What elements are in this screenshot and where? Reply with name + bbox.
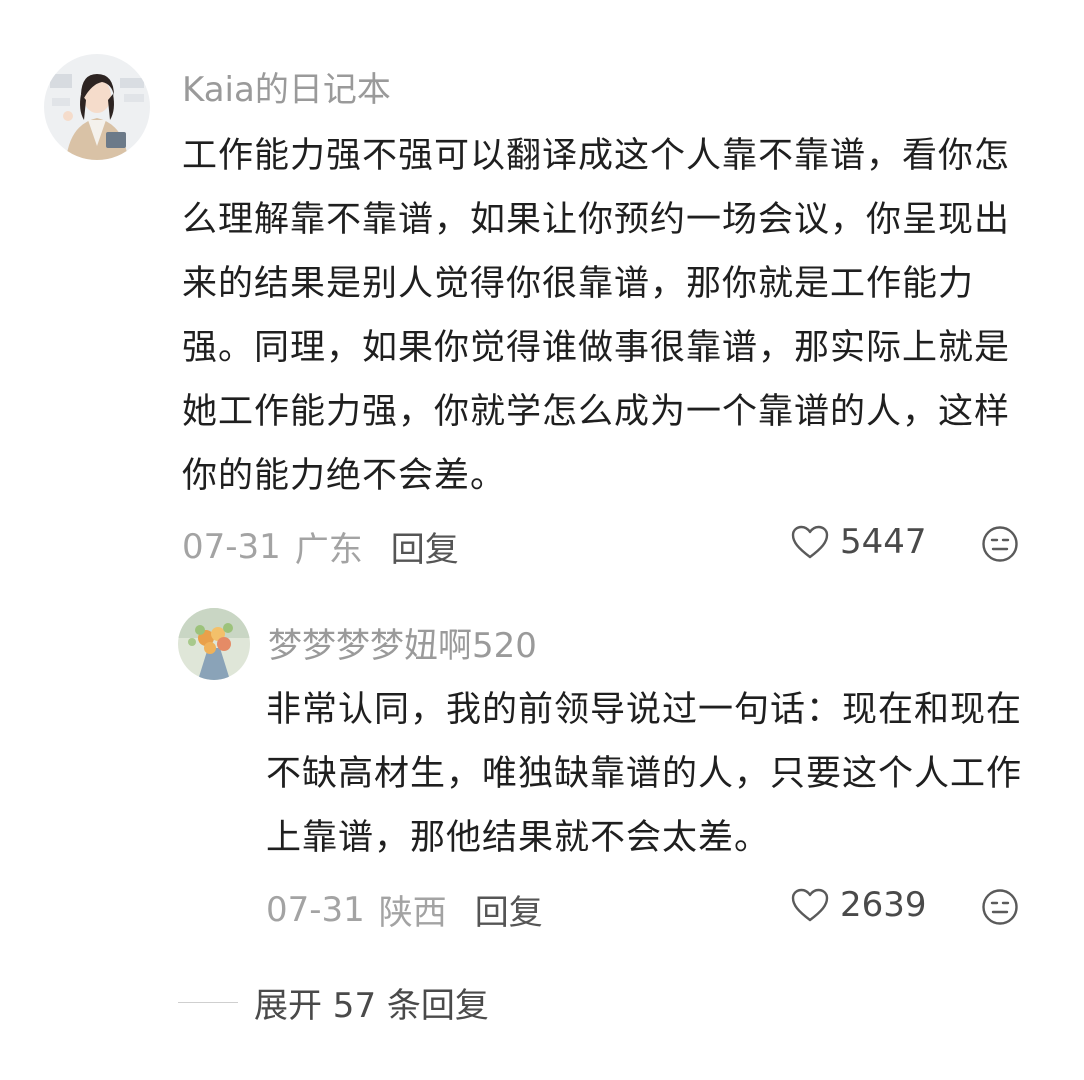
comment-text: 非常认同，我的前领导说过一句话：现在和现在不缺高材生，唯独缺靠谱的人，只要这个人… [266, 690, 1023, 858]
comment-date: 07-31 [182, 526, 281, 567]
flower-bouquet-avatar-icon [178, 608, 250, 680]
neutral-face-icon [982, 526, 1018, 562]
username[interactable]: 梦梦梦梦妞啊520 [268, 618, 537, 667]
expand-replies-label: 展开 57 条回复 [254, 986, 489, 1026]
comment-region: 陕西 [378, 893, 447, 933]
expand-replies-button[interactable]: 展开 57 条回复 [178, 978, 489, 1027]
heart-outline-icon [791, 888, 829, 922]
avatar[interactable] [44, 54, 150, 160]
neutral-face-icon [982, 889, 1018, 925]
like-button[interactable]: 2639 [790, 885, 927, 925]
comment-meta: 07-31 陕西 回复 [266, 885, 543, 934]
divider-line [178, 1002, 238, 1003]
like-button[interactable]: 5447 [790, 522, 927, 562]
reply-button[interactable]: 回复 [391, 522, 459, 571]
avatar[interactable] [178, 608, 250, 680]
dislike-button[interactable] [980, 887, 1020, 931]
heart-outline-icon [791, 525, 829, 559]
comment-region: 广东 [294, 530, 363, 570]
comment-date: 07-31 [266, 889, 365, 930]
comment-text: 工作能力强不强可以翻译成这个人靠不靠谱，看你怎么理解靠不靠谱，如果让你预约一场会… [182, 136, 1011, 496]
reply-button[interactable]: 回复 [475, 885, 543, 934]
like-count: 2639 [840, 885, 927, 925]
like-count: 5447 [840, 522, 927, 562]
comment-meta: 07-31 广东 回复 [182, 522, 459, 571]
user-avatar-photo-icon [44, 54, 150, 160]
username[interactable]: Kaia的日记本 [182, 62, 391, 111]
dislike-button[interactable] [980, 524, 1020, 568]
